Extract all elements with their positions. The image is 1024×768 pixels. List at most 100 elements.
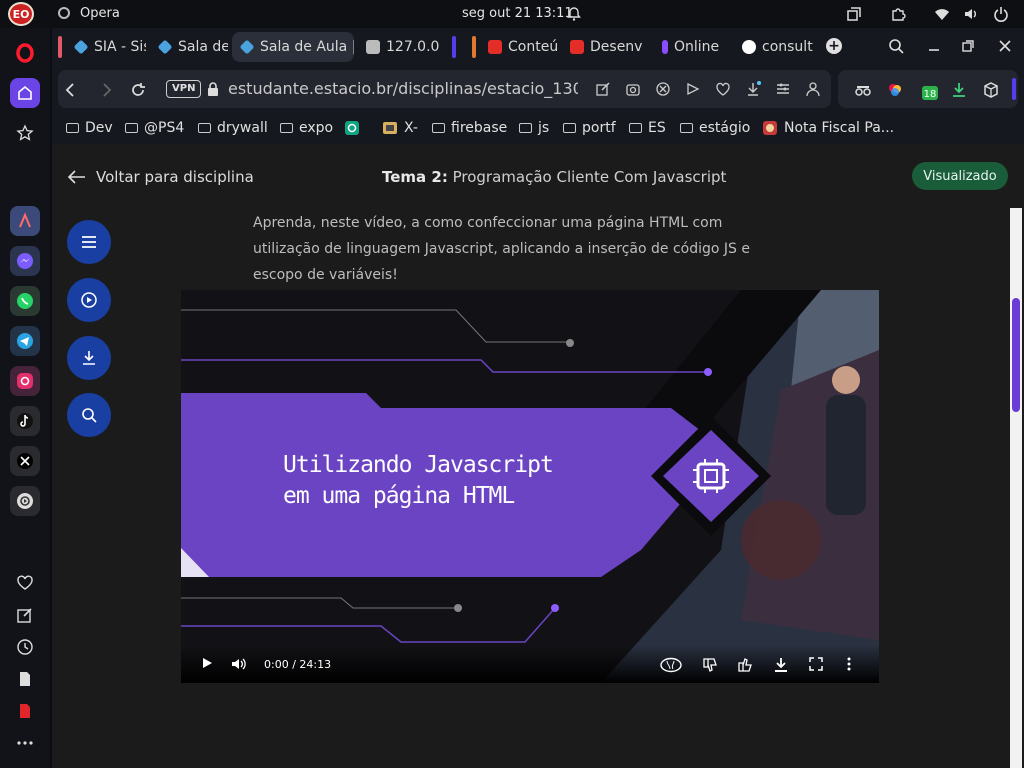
youtube-favicon-icon (570, 40, 584, 54)
wifi-icon[interactable] (934, 6, 950, 22)
volume-icon[interactable] (963, 6, 979, 22)
download-button[interactable] (67, 336, 111, 380)
bookmark-label: estágio (699, 120, 751, 136)
bookmark-label: js (538, 120, 550, 136)
box-extension-icon[interactable] (982, 81, 1000, 99)
camera-icon[interactable] (624, 81, 642, 99)
vpn-badge[interactable]: VPN (166, 80, 202, 98)
arrow-left-icon (68, 170, 85, 184)
heart-icon[interactable] (10, 568, 40, 598)
power-icon[interactable] (993, 6, 1009, 22)
app-name[interactable]: Opera (80, 6, 120, 21)
opera-menu-icon[interactable] (10, 38, 40, 68)
tab-sia[interactable]: SIA - Sis (66, 32, 146, 62)
bookmark-folder-estagio[interactable]: estágio (680, 120, 750, 136)
search-icon (82, 408, 97, 423)
bookmark-folder-expo[interactable]: expo (280, 120, 333, 136)
clock[interactable]: seg out 21 13:11 (462, 6, 573, 21)
bookmark-folder-portf[interactable]: portf (563, 120, 616, 136)
bookmark-chatgpt[interactable] (344, 120, 360, 136)
tiktok-icon[interactable] (10, 406, 40, 436)
status-badge[interactable]: Visualizado (912, 162, 1008, 190)
download-extension-icon[interactable] (950, 81, 968, 99)
edit-icon[interactable] (10, 600, 40, 630)
back-nav-icon[interactable] (62, 81, 80, 99)
fullscreen-icon[interactable] (808, 657, 824, 673)
bookmark-folder-firebase[interactable]: firebase (432, 120, 507, 136)
download-video-icon[interactable] (773, 657, 789, 673)
edit-url-icon[interactable] (594, 81, 612, 99)
tab-desenv[interactable]: Desenv (562, 32, 646, 62)
volume-control-icon[interactable] (231, 657, 247, 673)
tab-online[interactable]: Online (654, 32, 732, 62)
close-window-icon[interactable] (997, 38, 1013, 54)
page-scrollbar[interactable] (1010, 208, 1022, 768)
ai-brain-icon[interactable] (659, 657, 683, 673)
color-extension-icon[interactable] (886, 81, 904, 99)
globe-favicon-icon (742, 40, 756, 54)
bookmarks-bar: Dev @PS4 drywall expo X- firebase js por… (52, 114, 1024, 144)
tab-consult[interactable]: consult (734, 32, 816, 62)
bookmark-nota-fiscal[interactable]: Nota Fiscal Pa... (762, 120, 894, 136)
spy-extension-icon[interactable] (854, 81, 872, 99)
send-icon[interactable] (684, 81, 702, 99)
dislike-icon[interactable] (702, 657, 718, 673)
bookmark-folder-dev[interactable]: Dev (66, 120, 113, 136)
messenger-icon[interactable] (10, 246, 40, 276)
more-options-icon[interactable] (10, 728, 40, 758)
home-icon[interactable] (10, 78, 40, 108)
profile-icon[interactable] (804, 81, 822, 99)
reload-icon[interactable] (129, 81, 147, 99)
lock-icon[interactable] (204, 81, 222, 99)
calendar-extension-icon[interactable]: 18 (918, 81, 940, 100)
scrollbar-thumb[interactable] (1012, 298, 1020, 412)
bookmark-label: drywall (217, 120, 268, 136)
tab-sala-de-aula[interactable]: Sala de Aula | (232, 32, 354, 62)
file-icon[interactable] (10, 664, 40, 694)
bookmark-heart-icon[interactable] (714, 81, 732, 99)
adblock-icon[interactable] (654, 81, 672, 99)
window-icon[interactable] (846, 6, 862, 22)
video-player[interactable]: Utilizando Javascript em uma página HTML… (181, 290, 879, 683)
star-icon[interactable] (10, 118, 40, 148)
bookmark-folder-drywall[interactable]: drywall (198, 120, 268, 136)
puzzle-icon[interactable] (890, 6, 906, 22)
pdf-icon[interactable] (10, 696, 40, 726)
folder-icon (198, 123, 211, 133)
bookmark-x[interactable]: X- (382, 120, 418, 136)
tab-conteudo[interactable]: Conteú (480, 32, 562, 62)
x-bookmark-icon (383, 122, 397, 134)
music-player-icon[interactable] (10, 486, 40, 516)
easy-setup-icon[interactable] (774, 81, 792, 99)
forward-nav-icon[interactable] (97, 81, 115, 99)
whatsapp-icon[interactable] (10, 286, 40, 316)
folder-icon (563, 123, 576, 133)
user-logo[interactable]: EO (8, 2, 34, 26)
bell-icon[interactable] (566, 6, 582, 22)
new-tab-plus-icon[interactable]: + (826, 38, 842, 54)
bookmark-label: ES (648, 120, 666, 136)
minimize-icon[interactable] (926, 38, 942, 54)
history-icon[interactable] (10, 632, 40, 662)
play-icon[interactable] (199, 657, 215, 673)
bookmark-folder-ps4[interactable]: @PS4 (125, 120, 184, 136)
downloads-icon[interactable] (744, 81, 762, 99)
like-icon[interactable] (737, 657, 753, 673)
url-text[interactable]: estudante.estacio.br/disciplinas/estacio… (228, 79, 578, 98)
search-button[interactable] (67, 393, 111, 437)
instagram-icon[interactable] (10, 366, 40, 396)
video-more-icon[interactable] (841, 657, 857, 673)
telegram-icon[interactable] (10, 326, 40, 356)
bookmark-folder-js[interactable]: js (519, 120, 549, 136)
play-video-button[interactable] (67, 278, 111, 322)
aria-icon[interactable] (10, 206, 40, 236)
restore-icon[interactable] (960, 38, 976, 54)
tab-sala-de[interactable]: Sala de (150, 32, 228, 62)
menu-button[interactable] (67, 220, 111, 264)
back-to-discipline-link[interactable]: Voltar para disciplina (68, 168, 254, 186)
tab-search-icon[interactable] (888, 38, 904, 54)
bookmark-folder-es[interactable]: ES (629, 120, 666, 136)
folder-icon (432, 123, 445, 133)
x-twitter-icon[interactable] (10, 446, 40, 476)
tab-localhost[interactable]: 127.0.0. (358, 32, 440, 62)
